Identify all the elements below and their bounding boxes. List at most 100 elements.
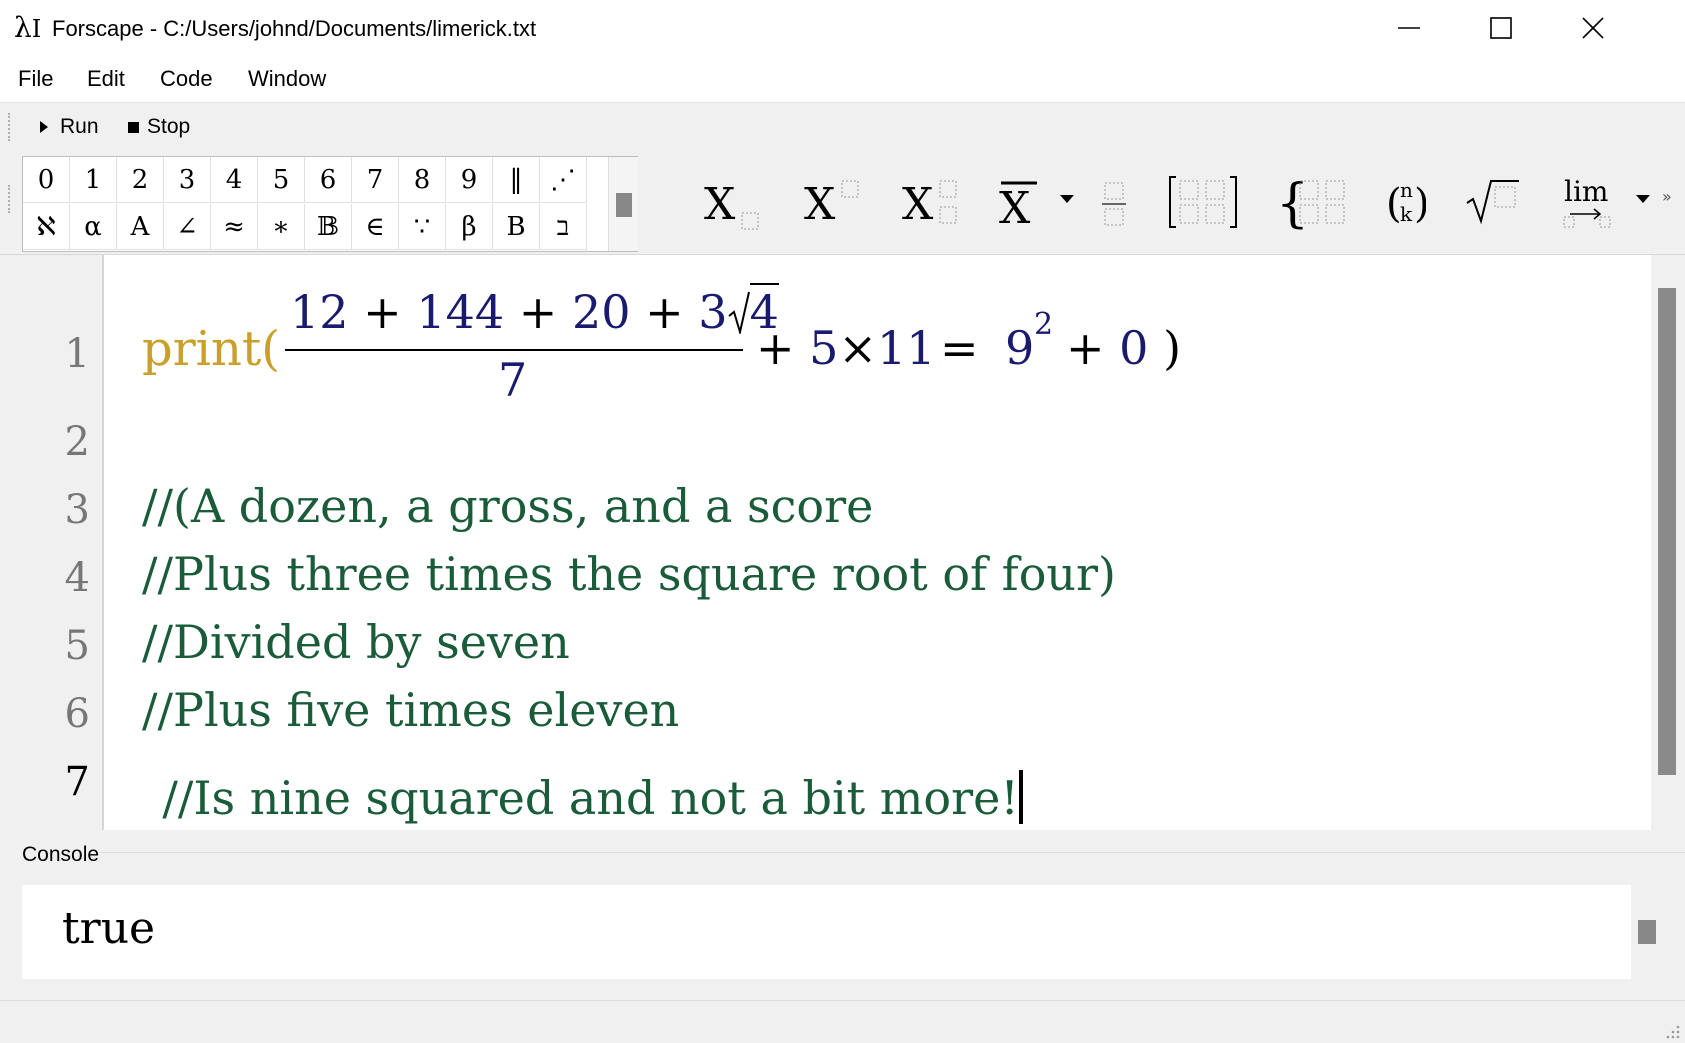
close-icon <box>1582 17 1604 39</box>
keypad-key[interactable]: 9 <box>446 157 493 203</box>
minimize-button[interactable] <box>1363 0 1455 56</box>
resize-grip-icon[interactable] <box>1666 1025 1680 1039</box>
menu-window[interactable]: Window <box>248 65 326 93</box>
svg-text:): ) <box>1414 181 1426 227</box>
stop-button[interactable]: Stop <box>128 113 190 141</box>
limit-dropdown-icon[interactable] <box>1636 195 1650 203</box>
print-function: print( <box>142 321 280 377</box>
menu-bar: File Edit Code Window <box>0 56 1685 102</box>
superscript-icon[interactable]: X <box>800 167 866 237</box>
svg-text:X: X <box>804 179 836 230</box>
svg-text:{: { <box>1276 174 1309 234</box>
accent-dropdown-icon[interactable] <box>1060 195 1074 203</box>
keypad-key[interactable]: 2 <box>117 157 164 203</box>
power-base: 9 <box>1005 321 1035 375</box>
line-number-active: 7 <box>64 759 90 805</box>
title-bar: λI Forscape - C:/Users/johnd/Documents/l… <box>0 0 1685 56</box>
line-number: 2 <box>64 419 90 465</box>
line-number: 1 <box>64 331 90 377</box>
svg-text:X: X <box>902 179 934 230</box>
line-number-gutter: 1 2 3 4 5 6 7 <box>0 255 104 830</box>
keypad-key[interactable]: β <box>446 204 493 250</box>
subsuperscript-icon[interactable]: X <box>898 167 964 237</box>
keypad-key[interactable]: 6 <box>305 157 352 203</box>
power-exponent: 2 <box>1034 307 1054 342</box>
stop-icon <box>128 121 139 133</box>
comment-line-4: //Plus three times the square root of fo… <box>142 547 1116 601</box>
console-divider <box>100 852 1685 853</box>
fraction-icon[interactable] <box>1100 167 1130 237</box>
line-number: 5 <box>64 623 90 669</box>
keypad-key[interactable]: 8 <box>399 157 446 203</box>
fraction-denominator: 7 <box>498 353 528 407</box>
console-output-text: true <box>62 903 156 954</box>
keypad-key[interactable]: 3 <box>164 157 211 203</box>
keypad-key[interactable]: α <box>70 204 117 250</box>
keypad-key[interactable]: 4 <box>211 157 258 203</box>
toolbar-overflow-icon[interactable]: » <box>1662 187 1672 206</box>
line-number: 6 <box>64 691 90 737</box>
maximize-icon <box>1490 17 1512 39</box>
keypad-key[interactable]: ⋰ <box>540 157 587 203</box>
menu-code[interactable]: Code <box>160 65 213 93</box>
accent-bar-icon[interactable]: X <box>995 167 1055 237</box>
keypad-scroll-thumb[interactable] <box>616 193 632 217</box>
expression-tail: + 5×11 <box>756 321 936 375</box>
toolbar-grip[interactable] <box>8 113 14 141</box>
code-editor[interactable]: 1 2 3 4 5 6 7 print( 12 + 144 + 20 + 34 … <box>0 255 1651 830</box>
keypad-key[interactable]: ב <box>540 204 587 250</box>
keypad-key[interactable]: ∠ <box>164 204 211 250</box>
menu-edit[interactable]: Edit <box>87 65 125 93</box>
run-button[interactable]: Run <box>40 113 99 141</box>
svg-text:lim: lim <box>1564 175 1608 208</box>
run-toolbar: Run Stop <box>0 102 1685 152</box>
comment-line-5: //Divided by seven <box>142 615 570 669</box>
keypad-key[interactable]: 𝔹 <box>305 204 352 250</box>
line-number: 3 <box>64 487 90 533</box>
menu-file[interactable]: File <box>18 65 53 93</box>
binomial-icon[interactable]: ( n k ) <box>1386 167 1426 237</box>
keypad-scrollbar[interactable] <box>608 157 638 251</box>
cases-icon[interactable]: { <box>1276 167 1348 237</box>
keypad-key[interactable]: 5 <box>258 157 305 203</box>
toolbar-grip[interactable] <box>8 185 14 213</box>
keypad-key[interactable]: ∵ <box>399 204 446 250</box>
minimize-icon <box>1398 27 1420 29</box>
keypad-key[interactable]: ∈ <box>352 204 399 250</box>
matrix-icon[interactable] <box>1168 167 1238 237</box>
keypad-key[interactable]: 7 <box>352 157 399 203</box>
editor-scroll-thumb[interactable] <box>1658 288 1676 775</box>
fraction-bar <box>285 349 743 351</box>
code-line-7: //Is nine squared and not a bit more! <box>142 751 1023 844</box>
comment-line-3: //(A dozen, a gross, and a score <box>142 479 874 533</box>
svg-text:X: X <box>704 179 736 230</box>
maximize-button[interactable] <box>1455 0 1547 56</box>
comment-line-7: //Is nine squared and not a bit more! <box>162 771 1019 825</box>
window-title: Forscape - C:/Users/johnd/Documents/lime… <box>52 16 537 41</box>
keypad-key[interactable]: ∗ <box>258 204 305 250</box>
expression-end: + 0 ) <box>1066 321 1182 375</box>
close-button[interactable] <box>1547 0 1639 56</box>
line-number: 4 <box>64 555 90 601</box>
svg-text:n: n <box>1400 178 1413 202</box>
limit-icon[interactable]: lim <box>1560 167 1616 237</box>
keypad-key[interactable]: 1 <box>70 157 117 203</box>
console-label: Console <box>22 843 100 866</box>
symbol-toolbar: ב Bβ ∵ ∈ 𝔹 ∗ ≈ ∠ Aα ℵ ⋰ ‖ 9 8 7 6 5 4 3 2 1 0 X X X X { <box>0 151 1685 255</box>
equals-operator: = <box>940 321 979 375</box>
keypad-key[interactable]: 0 <box>23 157 70 203</box>
keypad-key[interactable]: ‖ <box>493 157 540 203</box>
square-root-icon[interactable] <box>1465 167 1521 237</box>
keypad-key[interactable]: A <box>117 204 164 250</box>
keypad-key[interactable]: B <box>493 204 540 250</box>
comment-line-6: //Plus five times eleven <box>142 683 680 737</box>
svg-text:k: k <box>1400 202 1413 226</box>
keypad-key[interactable]: ℵ <box>23 204 70 250</box>
svg-text:X: X <box>999 183 1031 234</box>
editor-scrollbar[interactable] <box>1651 255 1685 830</box>
subscript-icon[interactable]: X <box>700 167 766 237</box>
keypad-key[interactable]: ≈ <box>211 204 258 250</box>
console-scroll-thumb[interactable] <box>1638 920 1656 944</box>
console-output[interactable]: true <box>22 885 1631 979</box>
app-lambda-icon: λI <box>14 11 42 44</box>
